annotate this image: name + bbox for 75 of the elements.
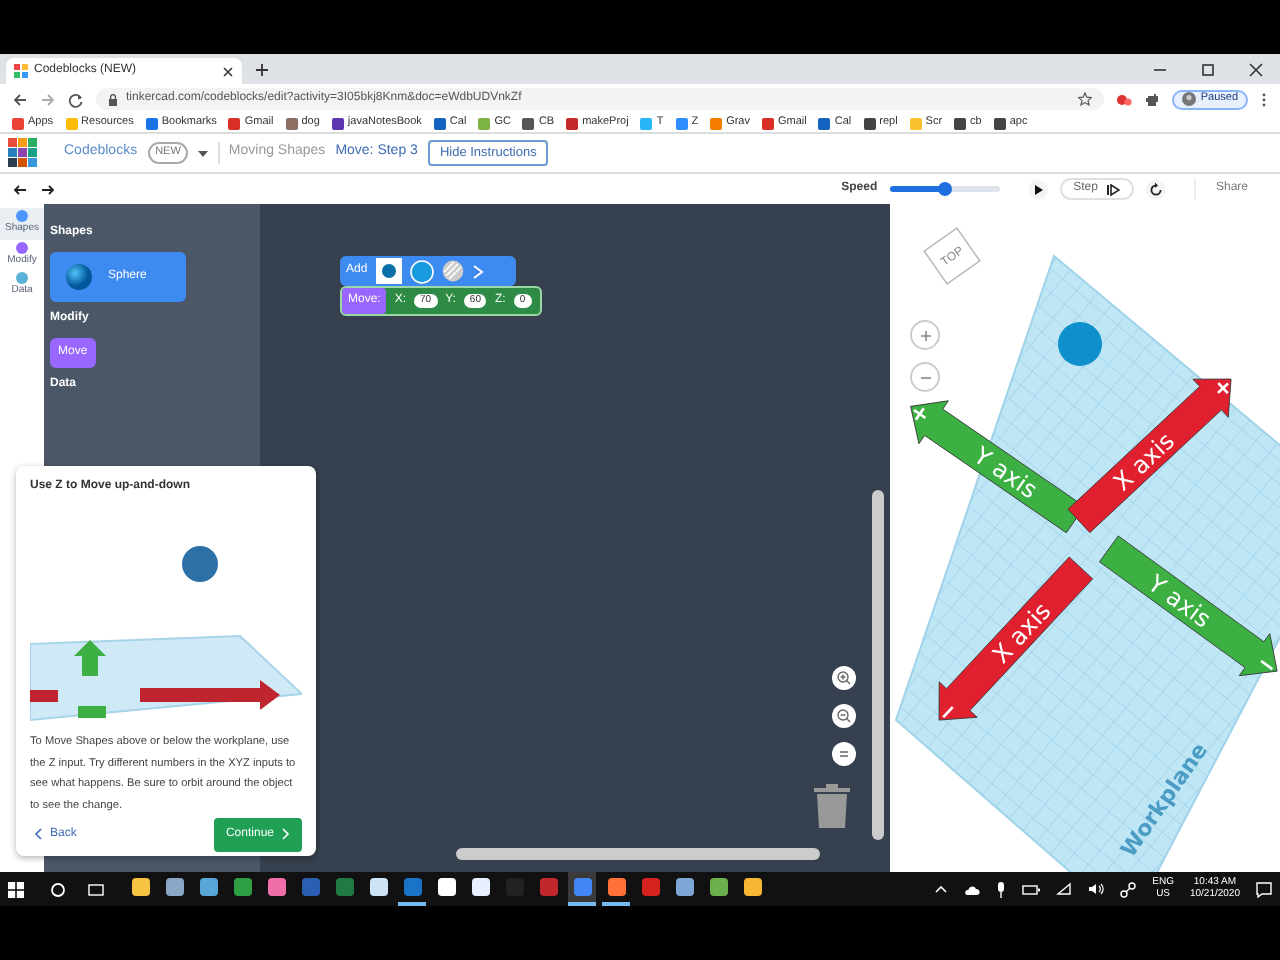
bookmark-favicon-icon xyxy=(863,117,876,129)
zoom-out-icon[interactable] xyxy=(836,708,852,724)
caret-icon[interactable] xyxy=(198,149,209,157)
axis-sign: − xyxy=(1251,648,1280,681)
windows-start-icon[interactable] xyxy=(8,881,24,897)
bookmark-favicon-icon xyxy=(285,117,298,129)
redo-icon[interactable] xyxy=(40,183,56,195)
bookmark-favicon-icon xyxy=(675,117,688,129)
play-icon[interactable] xyxy=(1027,179,1048,199)
axis-label: Y axis xyxy=(968,441,1043,505)
hole-swatch-icon[interactable] xyxy=(441,260,464,282)
bookmark-favicon-icon xyxy=(566,117,579,129)
chevron-icon[interactable] xyxy=(471,263,484,279)
speaker-icon[interactable] xyxy=(1088,882,1105,896)
logo-icon[interactable] xyxy=(8,138,38,168)
notification-icon[interactable] xyxy=(1256,881,1272,897)
bookmark-favicon-icon xyxy=(954,117,967,129)
close-icon[interactable] xyxy=(222,65,234,77)
bookmark-favicon-icon xyxy=(145,117,158,129)
color-swatch-icon[interactable] xyxy=(409,259,434,283)
lock-icon xyxy=(108,93,118,105)
sphere-swatch-icon[interactable] xyxy=(375,258,402,284)
microphone-icon[interactable] xyxy=(996,881,1007,897)
bookmark-favicon-icon xyxy=(640,117,653,129)
task-view-icon[interactable] xyxy=(88,881,104,897)
network-icon[interactable] xyxy=(1056,882,1073,896)
axis-sign: + xyxy=(1207,372,1239,404)
back-icon[interactable] xyxy=(12,91,28,107)
connection-icon[interactable] xyxy=(1120,881,1137,897)
chevron-up-icon[interactable] xyxy=(934,884,949,894)
star-icon[interactable] xyxy=(1078,92,1093,106)
bookmark-favicon-icon xyxy=(909,117,922,129)
battery-icon[interactable] xyxy=(1022,883,1041,895)
bookmark-favicon-icon xyxy=(818,117,831,129)
reset-icon[interactable] xyxy=(1145,179,1166,199)
undo-icon[interactable] xyxy=(12,183,28,195)
bookmark-favicon-icon xyxy=(478,117,491,129)
bookmark-favicon-icon xyxy=(12,117,24,129)
bookmark-favicon-icon xyxy=(433,117,446,129)
axis-label: X axis xyxy=(1108,426,1180,497)
bookmark-favicon-icon xyxy=(331,117,344,129)
sphere-object[interactable] xyxy=(1058,322,1102,366)
vertical-scrollbar[interactable] xyxy=(872,490,884,840)
bookmark-favicon-icon xyxy=(993,117,1006,129)
avatar-icon xyxy=(1182,92,1197,106)
new-tab-icon[interactable] xyxy=(254,62,270,78)
puzzle-icon[interactable] xyxy=(1144,91,1161,107)
menu-icon[interactable] xyxy=(1260,91,1268,107)
zoom-in-icon[interactable] xyxy=(836,670,852,686)
restore-icon[interactable] xyxy=(1200,61,1216,77)
horizontal-scrollbar[interactable] xyxy=(456,848,820,860)
extension-icon[interactable] xyxy=(1116,91,1133,107)
tinkercad-favicon-icon xyxy=(14,64,28,78)
reset-zoom-icon[interactable] xyxy=(836,746,852,762)
chevron-right-icon xyxy=(282,828,290,840)
bookmark-favicon-icon xyxy=(761,117,774,129)
search-icon[interactable] xyxy=(50,881,66,897)
axis-label: Y axis xyxy=(1142,569,1217,634)
axis-sign: − xyxy=(932,696,964,728)
speed-slider[interactable] xyxy=(889,186,1000,192)
zoom-in-icon[interactable] xyxy=(915,325,935,345)
bookmark-favicon-icon xyxy=(522,117,535,129)
step-icon xyxy=(1105,183,1120,195)
slider-thumb[interactable] xyxy=(937,182,952,196)
axis-label: X axis xyxy=(986,597,1057,669)
chevron-left-icon xyxy=(34,828,42,840)
bookmark-favicon-icon xyxy=(710,117,723,129)
axis-sign: + xyxy=(904,398,935,430)
bookmark-favicon-icon xyxy=(228,117,241,129)
close-icon[interactable] xyxy=(1248,61,1264,77)
reload-icon[interactable] xyxy=(68,91,84,107)
sphere-icon xyxy=(66,264,92,290)
cloud-icon[interactable] xyxy=(964,883,981,895)
trash-icon[interactable] xyxy=(814,784,850,828)
bookmark-favicon-icon xyxy=(65,117,78,129)
